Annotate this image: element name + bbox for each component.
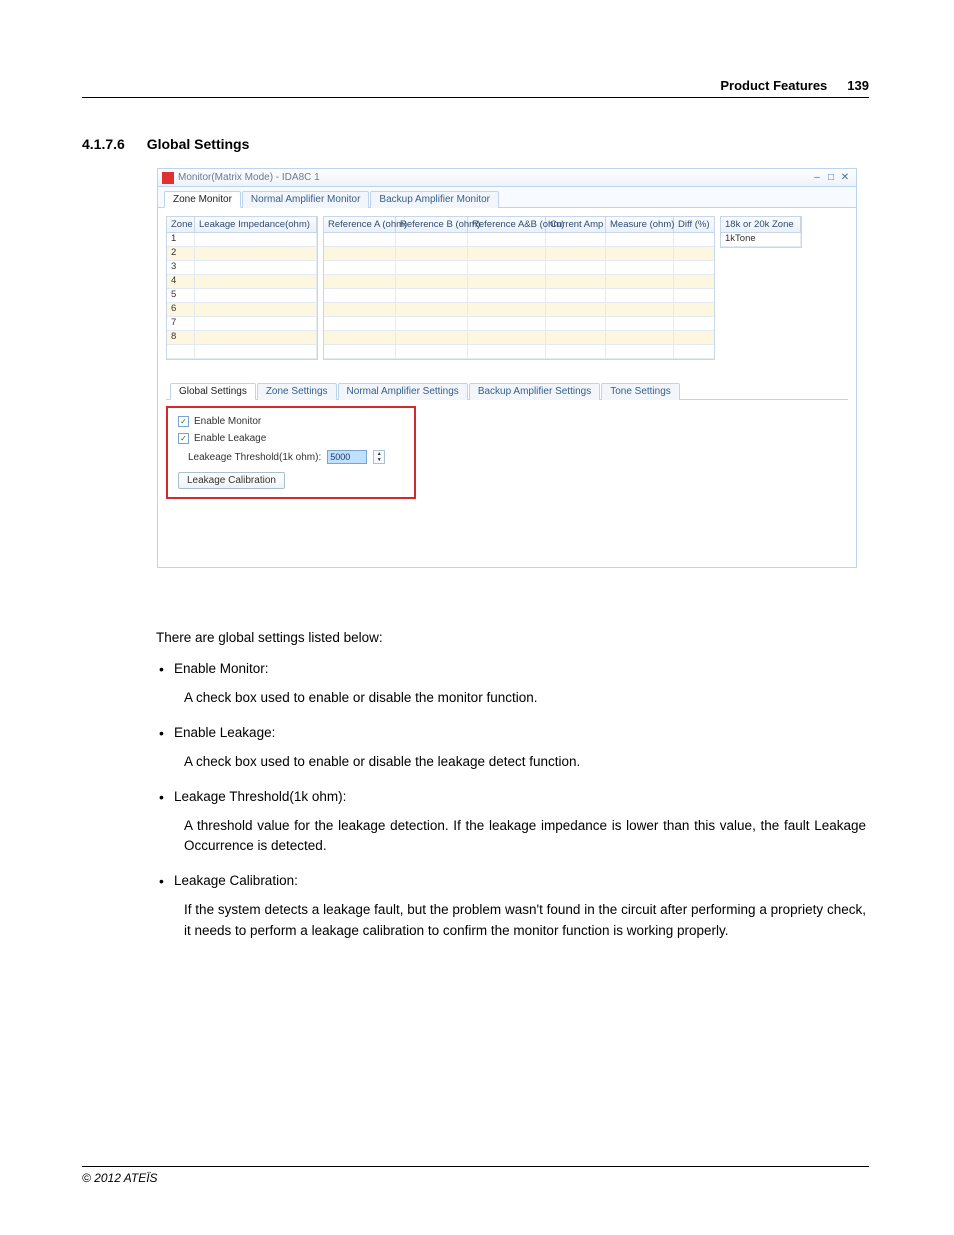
leakage-cell [195,303,317,317]
list-item-desc: A threshold value for the leakage detect… [184,816,866,858]
table-row [324,331,714,345]
ref-header: Current Amp [546,217,606,233]
table-row [324,303,714,317]
leakage-calibration-button[interactable]: Leakage Calibration [178,472,285,489]
lower-tabs: Global Settings Zone Settings Normal Amp… [166,382,848,400]
ref-header: Diff (%) [674,217,714,233]
leakage-cell [195,247,317,261]
leakage-cell [195,317,317,331]
tab-zone-settings[interactable]: Zone Settings [257,383,337,400]
zone-type-cell: 1kTone [721,233,801,247]
list-item: Leakage Calibration: [156,871,866,892]
zone-grid-header: Leakage Impedance(ohm) [195,217,317,233]
table-row [324,261,714,275]
zone-type-header: 18k or 20k Zone [721,217,801,233]
threshold-spinner[interactable]: ▲▼ [373,450,385,464]
body-text: There are global settings listed below: … [156,628,866,956]
leakage-cell [195,275,317,289]
enable-monitor-label: Enable Monitor [194,416,261,427]
enable-monitor-checkbox[interactable]: ✓ [178,416,189,427]
list-item-title: Leakage Threshold(1k ohm): [174,787,866,808]
zone-cell: 6 [167,303,195,317]
zone-type-grid: 18k or 20k Zone 1kTone [720,216,802,248]
zone-cell: 7 [167,317,195,331]
table-row [324,275,714,289]
minimize-icon[interactable]: – [810,172,824,183]
page-footer: © 2012 ATEÏS [82,1166,869,1185]
ref-header: Reference B (ohm) [396,217,468,233]
tab-tone-settings[interactable]: Tone Settings [601,383,680,400]
tab-zone-monitor[interactable]: Zone Monitor [164,191,241,208]
enable-leakage-checkbox[interactable]: ✓ [178,433,189,444]
header-page-number: 139 [847,78,869,93]
titlebar: Monitor(Matrix Mode) - IDA8C 1 – □ ✕ [158,169,856,187]
table-row: 7 [167,317,317,331]
tab-backup-amp-monitor[interactable]: Backup Amplifier Monitor [370,191,499,208]
table-row [324,233,714,247]
table-row: 5 [167,289,317,303]
leakage-cell [195,233,317,247]
reference-grid: Reference A (ohm) Reference B (ohm) Refe… [323,216,715,360]
table-row [324,247,714,261]
threshold-input[interactable]: 5000 [327,450,367,464]
tab-global-settings[interactable]: Global Settings [170,383,256,400]
intro-text: There are global settings listed below: [156,628,866,649]
zone-cell: 2 [167,247,195,261]
upper-tabs: Zone Monitor Normal Amplifier Monitor Ba… [158,187,856,208]
global-settings-box: ✓ Enable Monitor ✓ Enable Leakage Leakea… [166,406,416,499]
window-title: Monitor(Matrix Mode) - IDA8C 1 [178,172,320,183]
app-window: Monitor(Matrix Mode) - IDA8C 1 – □ ✕ Zon… [157,168,857,568]
threshold-label: Leakeage Threshold(1k ohm): [188,452,321,463]
table-row [324,317,714,331]
table-row: 6 [167,303,317,317]
enable-leakage-label: Enable Leakage [194,433,266,444]
close-icon[interactable]: ✕ [838,172,852,183]
list-item-title: Leakage Calibration: [174,871,866,892]
zone-grid-header: Zone [167,217,195,233]
table-row [324,289,714,303]
page-header: Product Features 139 [82,78,869,98]
leakage-cell [195,261,317,275]
app-icon [162,172,174,184]
list-item: Leakage Threshold(1k ohm): [156,787,866,808]
zone-cell: 8 [167,331,195,345]
maximize-icon[interactable]: □ [824,172,838,183]
list-item-title: Enable Monitor: [174,659,866,680]
ref-header: Reference A (ohm) [324,217,396,233]
list-item: Enable Leakage: [156,723,866,744]
table-row: 2 [167,247,317,261]
list-item-desc: If the system detects a leakage fault, b… [184,900,866,942]
table-row: 3 [167,261,317,275]
table-row: 8 [167,331,317,345]
section-title: Global Settings [147,136,250,152]
list-item: Enable Monitor: [156,659,866,680]
list-item-desc: A check box used to enable or disable th… [184,688,866,709]
tab-normal-amp-settings[interactable]: Normal Amplifier Settings [338,383,468,400]
tab-normal-amp-monitor[interactable]: Normal Amplifier Monitor [242,191,369,208]
section-number: 4.1.7.6 [82,136,125,152]
zone-cell: 1 [167,233,195,247]
list-item-title: Enable Leakage: [174,723,866,744]
zone-cell: 3 [167,261,195,275]
ref-header: Reference A&B (ohm) [468,217,546,233]
list-item-desc: A check box used to enable or disable th… [184,752,866,773]
table-row: 1 [167,233,317,247]
ref-header: Measure (ohm) [606,217,674,233]
zone-grid: Zone Leakage Impedance(ohm) 12345678 [166,216,318,360]
table-row: 4 [167,275,317,289]
zone-cell: 4 [167,275,195,289]
section-heading: 4.1.7.6 Global Settings [82,136,249,152]
header-title: Product Features [720,78,827,93]
leakage-cell [195,289,317,303]
leakage-cell [195,331,317,345]
tab-backup-amp-settings[interactable]: Backup Amplifier Settings [469,383,600,400]
zone-cell: 5 [167,289,195,303]
